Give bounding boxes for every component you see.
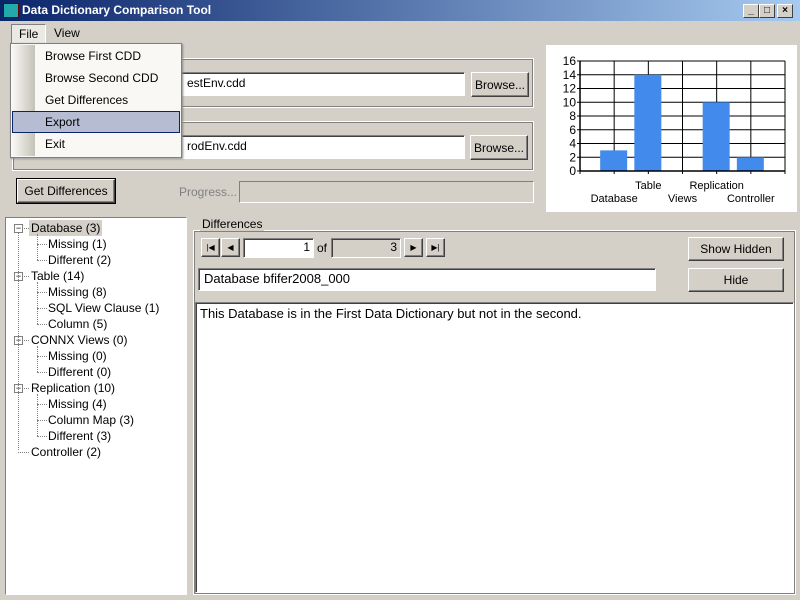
tree-connector (18, 452, 29, 453)
bar (634, 74, 662, 171)
x-tick-label: Controller (727, 193, 775, 205)
y-tick-label: 6 (569, 123, 576, 137)
bar (600, 150, 628, 171)
last-record-button[interactable]: ▶| (426, 238, 445, 257)
next-record-button[interactable]: ▶ (404, 238, 423, 257)
tree-connector (37, 324, 47, 325)
y-tick-label: 8 (569, 109, 576, 123)
app-icon (3, 3, 19, 18)
progress-label: Progress... (179, 185, 238, 199)
maximize-button[interactable]: □ (759, 4, 775, 18)
menu-get-differences[interactable]: Get Differences (12, 90, 180, 111)
y-tick-label: 12 (563, 82, 577, 96)
tree-node-label[interactable]: CONNX Views (0) (29, 332, 129, 348)
bar (702, 102, 730, 171)
tree-child-label[interactable]: Different (0) (48, 364, 111, 380)
tree-connector (37, 260, 47, 261)
progress-bar (239, 181, 534, 203)
tree-connector (37, 356, 47, 357)
x-tick-label: Table (635, 180, 661, 192)
tree-connector (37, 420, 47, 421)
y-tick-label: 4 (569, 137, 576, 151)
y-tick-label: 10 (563, 95, 577, 109)
close-button[interactable]: × (777, 4, 793, 18)
of-label: of (317, 241, 328, 255)
differences-label: Differences (200, 217, 265, 231)
menu-bar (0, 22, 800, 43)
first-record-button[interactable]: |◀ (201, 238, 220, 257)
tree-child-label[interactable]: Different (2) (48, 252, 111, 268)
x-tick-label: Views (668, 193, 698, 205)
tree-child-label[interactable]: Missing (1) (48, 236, 107, 252)
y-tick-label: 14 (563, 68, 577, 82)
difference-item-field[interactable]: Database bfifer2008_000 (198, 268, 656, 291)
browse-second-button[interactable]: Browse... (470, 135, 528, 160)
y-tick-label: 16 (563, 54, 577, 68)
tree-child-label[interactable]: Different (3) (48, 428, 111, 444)
get-differences-button[interactable]: Get Differences (16, 178, 116, 204)
previous-record-button[interactable]: ◀ (221, 238, 240, 257)
window-title: Data Dictionary Comparison Tool (22, 3, 212, 17)
current-record-input[interactable]: 1 (243, 238, 314, 258)
tree-connector (37, 282, 38, 324)
y-tick-label: 2 (569, 150, 576, 164)
menu-browse-second-cdd[interactable]: Browse Second CDD (12, 68, 180, 89)
menu-export[interactable]: Export (12, 111, 180, 133)
menu-exit[interactable]: Exit (12, 134, 180, 155)
tree-connector (37, 394, 38, 436)
difference-description[interactable]: This Database is in the First Data Dicti… (195, 302, 794, 593)
tree-node-label[interactable]: Database (3) (29, 220, 103, 236)
y-tick-label: 0 (569, 164, 576, 178)
tree-node-label[interactable]: Controller (2) (29, 444, 103, 460)
tree-connector (37, 372, 47, 373)
tree-child-label[interactable]: SQL View Clause (1) (48, 300, 159, 316)
tree-connector (37, 436, 47, 437)
chart-panel: 0 2 4 6 8 10 12 14 16 Database Table Views Replicati… (546, 45, 797, 212)
tree-child-label[interactable]: Missing (4) (48, 396, 107, 412)
menu-browse-first-cdd[interactable]: Browse First CDD (12, 46, 180, 67)
tree-connector (37, 292, 47, 293)
hide-button[interactable]: Hide (688, 268, 784, 292)
x-tick-label: Replication (689, 180, 743, 192)
title-bar: Data Dictionary Comparison Tool (0, 0, 800, 21)
tree-child-label[interactable]: Column Map (3) (48, 412, 134, 428)
menu-view[interactable]: View (47, 24, 87, 44)
bar (736, 157, 764, 171)
total-records-field: 3 (331, 238, 401, 258)
tree-child-label[interactable]: Column (5) (48, 316, 107, 332)
show-hidden-button[interactable]: Show Hidden (688, 237, 784, 261)
tree-connector (37, 244, 47, 245)
tree-child-label[interactable]: Missing (0) (48, 348, 107, 364)
tree-connector (37, 404, 47, 405)
tree-connector (37, 346, 38, 372)
x-tick-label: Database (591, 193, 638, 205)
category-tree[interactable]: − Database (3) Missing (1) Different (2) − Ta… (5, 217, 187, 595)
menu-file[interactable]: File (11, 24, 47, 44)
tree-root-connector (18, 232, 19, 450)
tree-connector (37, 308, 47, 309)
minimize-button[interactable]: _ (743, 4, 759, 18)
browse-first-button[interactable]: Browse... (471, 72, 529, 97)
bar-chart: 0246810121416 DatabaseTable ViewsReplicati… (563, 54, 786, 205)
tree-child-label[interactable]: Missing (8) (48, 284, 107, 300)
tree-connector (37, 234, 38, 260)
tree-node-label[interactable]: Replication (10) (29, 380, 117, 396)
file-menu-dropdown: Browse First CDD Browse Second CDD Get D… (10, 43, 182, 158)
